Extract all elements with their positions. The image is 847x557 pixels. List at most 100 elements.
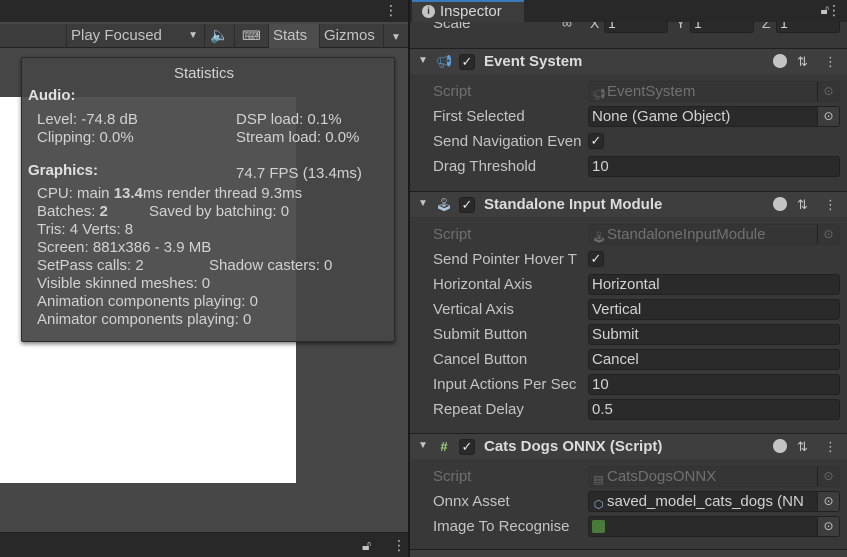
- inspector-panel: i Inspector 🔓︎ ⋮ Scale ∞ X 1 Y 1 Z 1 ▼ 📢…: [410, 0, 847, 557]
- image-to-recognise-label: Image To Recognise: [433, 518, 570, 535]
- send-navigation-checkbox[interactable]: ✓: [588, 133, 604, 149]
- submit-button-field[interactable]: Submit: [588, 324, 840, 345]
- image-to-recognise-field[interactable]: ⊙: [588, 516, 840, 537]
- property-first-selected: First Selected None (Game Object) ⊙: [410, 104, 847, 129]
- game-view-panel: ⋮ Play Focused ▼ 🔈 ⌨ Stats Gizmos ▼ Stat…: [0, 0, 408, 557]
- property-repeat-delay: Repeat Delay 0.5: [410, 397, 847, 422]
- game-view-toolbar: Play Focused ▼ 🔈 ⌨ Stats Gizmos ▼: [0, 24, 408, 48]
- property-send-pointer-hover: Send Pointer Hover T ✓: [410, 247, 847, 272]
- object-picker-icon[interactable]: ⊙: [817, 107, 839, 126]
- repeat-delay-field[interactable]: 0.5: [588, 399, 840, 420]
- play-mode-dropdown[interactable]: Play Focused ▼: [66, 24, 204, 48]
- script-label: Script: [433, 226, 472, 243]
- object-picker-icon: ⊙: [817, 467, 839, 486]
- game-view-tabbar: ⋮: [0, 0, 408, 22]
- send-pointer-hover-label: Send Pointer Hover T: [433, 251, 577, 268]
- component-header-standalone-input[interactable]: ▼ 🕹︎ ✓ Standalone Input Module ? ⇅ ⋮: [410, 191, 847, 217]
- audio-header: Audio:: [28, 87, 76, 104]
- onnx-asset-field[interactable]: ⬡ saved_model_cats_dogs (NN ⊙: [588, 491, 840, 512]
- gizmos-dropdown[interactable]: ▼: [383, 24, 408, 48]
- chevron-down-icon: ▼: [188, 30, 198, 41]
- speaker-icon: 🔈: [210, 27, 229, 44]
- vertical-axis-label: Vertical Axis: [433, 301, 514, 318]
- first-selected-value: None (Game Object): [592, 108, 731, 125]
- help-icon[interactable]: ?: [773, 197, 787, 211]
- saved-by-batching: Saved by batching: 0: [149, 203, 290, 220]
- script-label: Script: [433, 468, 472, 485]
- panel-menu-icon[interactable]: ⋮: [827, 2, 841, 19]
- scale-z-field[interactable]: 1: [776, 22, 840, 33]
- audio-level: Level: -74.8 dB: [37, 111, 138, 128]
- lock-icon[interactable]: 🔓︎: [362, 537, 371, 554]
- property-image-to-recognise: Image To Recognise ⊙: [410, 514, 847, 539]
- cancel-button-field[interactable]: Cancel: [588, 349, 840, 370]
- context-menu-icon[interactable]: ⋮: [824, 439, 837, 455]
- cpu-prefix: CPU: main: [37, 185, 114, 202]
- script-field: 📢︎EventSystem ⊙: [588, 81, 840, 102]
- gizmos-label: Gizmos: [324, 27, 375, 44]
- stream-load: Stream load: 0.0%: [236, 129, 360, 146]
- unity-editor: ⋮ Play Focused ▼ 🔈 ⌨ Stats Gizmos ▼ Stat…: [0, 0, 847, 557]
- drag-threshold-field[interactable]: 10: [588, 156, 840, 177]
- object-picker-icon[interactable]: ⊙: [817, 517, 839, 536]
- tris-verts: Tris: 4 Verts: 8: [37, 221, 134, 238]
- help-icon[interactable]: ?: [773, 54, 787, 68]
- stats-toggle-button[interactable]: Stats: [268, 24, 319, 48]
- send-navigation-label: Send Navigation Even: [433, 133, 582, 150]
- gizmos-button[interactable]: Gizmos: [319, 24, 383, 48]
- property-script: Script ▤ CatsDogsONNX ⊙: [410, 464, 847, 489]
- model-cube-icon: ⬡: [593, 499, 604, 511]
- panel-menu-icon[interactable]: ⋮: [392, 537, 406, 554]
- cancel-button-label: Cancel Button: [433, 351, 528, 368]
- mute-audio-button[interactable]: 🔈: [204, 24, 234, 48]
- play-mode-label: Play Focused: [71, 27, 162, 44]
- foldout-arrow-icon[interactable]: ▼: [418, 198, 428, 209]
- component-header-event-system[interactable]: ▼ 📢︎ ✓ Event System ? ⇅ ⋮: [410, 48, 847, 74]
- property-horizontal-axis: Horizontal Axis Horizontal: [410, 272, 847, 297]
- component-enabled-checkbox[interactable]: ✓: [459, 197, 475, 213]
- vertical-axis-field[interactable]: Vertical: [588, 299, 840, 320]
- tab-inspector[interactable]: i Inspector: [412, 0, 524, 22]
- help-icon[interactable]: ?: [773, 439, 787, 453]
- presets-icon[interactable]: ⇅: [797, 54, 808, 70]
- send-pointer-hover-checkbox[interactable]: ✓: [588, 251, 604, 267]
- onnx-asset-value: saved_model_cats_dogs (NN: [607, 493, 804, 510]
- component-header-next[interactable]: [410, 549, 847, 557]
- panel-menu-icon[interactable]: ⋮: [384, 2, 398, 19]
- component-enabled-checkbox[interactable]: ✓: [459, 439, 475, 455]
- dsp-load: DSP load: 0.1%: [236, 111, 342, 128]
- foldout-arrow-icon[interactable]: ▼: [418, 440, 428, 451]
- foldout-arrow-icon[interactable]: ▼: [418, 55, 428, 66]
- presets-icon[interactable]: ⇅: [797, 197, 808, 213]
- context-menu-icon[interactable]: ⋮: [824, 197, 837, 213]
- component-enabled-checkbox[interactable]: ✓: [459, 54, 475, 70]
- property-script: Script 📢︎EventSystem ⊙: [410, 79, 847, 104]
- horizontal-axis-field[interactable]: Horizontal: [588, 274, 840, 295]
- object-picker-icon: ⊙: [817, 82, 839, 101]
- property-vertical-axis: Vertical Axis Vertical: [410, 297, 847, 322]
- animation-components: Animation components playing: 0: [37, 293, 258, 310]
- link-scale-icon[interactable]: ∞: [562, 22, 572, 35]
- graphics-header: Graphics:: [28, 162, 99, 179]
- input-actions-field[interactable]: 10: [588, 374, 840, 395]
- scale-row: Scale ∞ X 1 Y 1 Z 1: [410, 22, 847, 36]
- inspector-tab-label: Inspector: [440, 3, 502, 20]
- property-cancel-button: Cancel Button Cancel: [410, 347, 847, 372]
- first-selected-field[interactable]: None (Game Object) ⊙: [588, 106, 840, 127]
- property-onnx-asset: Onnx Asset ⬡ saved_model_cats_dogs (NN ⊙: [410, 489, 847, 514]
- keyboard-shortcuts-button[interactable]: ⌨: [234, 24, 268, 48]
- component-header-cats-dogs-onnx[interactable]: ▼ # ✓ Cats Dogs ONNX (Script) ? ⇅ ⋮: [410, 433, 847, 459]
- cpu-main-value: 13.4: [113, 185, 143, 202]
- input-actions-label: Input Actions Per Sec: [433, 376, 577, 393]
- repeat-delay-label: Repeat Delay: [433, 401, 524, 418]
- presets-icon[interactable]: ⇅: [797, 439, 808, 455]
- scale-x-field[interactable]: 1: [604, 22, 668, 33]
- cpu-suffix: ms render thread 9.3ms: [142, 185, 303, 202]
- batches-value: 2: [99, 203, 108, 220]
- context-menu-icon[interactable]: ⋮: [824, 54, 837, 70]
- statistics-overlay: Statistics Audio: Level: -74.8 dB DSP lo…: [21, 57, 395, 342]
- object-picker-icon[interactable]: ⊙: [817, 492, 839, 511]
- component-title: Event System: [484, 53, 583, 70]
- scale-y-field[interactable]: 1: [690, 22, 754, 33]
- stats-label: Stats: [273, 27, 308, 44]
